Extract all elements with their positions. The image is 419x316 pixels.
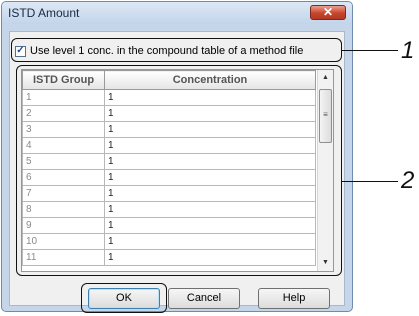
table-row[interactable]: 51 [22,153,316,170]
callout-leader-1 [342,50,398,51]
close-button[interactable]: ✕ [310,5,346,20]
help-button[interactable]: Help [258,288,330,309]
callout-number-2: 2 [401,167,415,194]
table-row[interactable]: 21 [22,105,316,122]
group-cell: 7 [22,185,105,202]
concentration-cell[interactable]: 1 [104,185,316,202]
checkmark-icon: ✓ [16,45,25,56]
concentration-cell[interactable]: 1 [104,201,316,218]
table-header-row: ISTD Group Concentration [22,70,316,90]
istd-grid[interactable]: ISTD Group Concentration 11 21 31 41 51 … [21,69,334,272]
table-row[interactable]: 31 [22,121,316,138]
concentration-cell[interactable]: 1 [104,89,316,106]
use-level1-checkbox[interactable]: ✓ [15,45,26,57]
scroll-down-arrow-icon[interactable]: ▼ [318,255,333,271]
ok-button[interactable]: OK [88,288,160,309]
concentration-cell[interactable]: 1 [104,105,316,122]
table-row[interactable]: 11 1 [22,249,316,266]
concentration-cell[interactable]: 1 [104,137,316,154]
close-icon: ✕ [322,5,334,19]
concentration-cell[interactable]: 1 [104,121,316,138]
cancel-button[interactable]: Cancel [168,288,240,309]
table-row[interactable]: 91 [22,217,316,234]
column-header-istd-group[interactable]: ISTD Group [22,70,105,90]
table-row[interactable]: 71 [22,185,316,202]
group-cell: 9 [22,217,105,234]
vertical-scrollbar[interactable]: ▲ ≡ ▼ [317,70,333,271]
concentration-cell[interactable]: 1 [104,233,316,250]
group-cell: 8 [22,201,105,218]
use-level1-checkbox-row[interactable]: ✓ Use level 1 conc. in the compound tabl… [15,42,303,60]
scroll-up-arrow-icon[interactable]: ▲ [318,70,333,86]
group-cell: 6 [22,169,105,186]
group-cell: 11 [22,249,105,266]
table-row[interactable]: 81 [22,201,316,218]
table-row[interactable]: 10 1 [22,233,316,250]
group-cell: 3 [22,121,105,138]
istd-table: ISTD Group Concentration 11 21 31 41 51 … [22,70,316,266]
table-row[interactable]: 41 [22,137,316,154]
use-level1-label: Use level 1 conc. in the compound table … [30,45,304,57]
title-bar[interactable]: ISTD Amount ✕ [2,2,352,24]
group-cell: 2 [22,105,105,122]
concentration-cell[interactable]: 1 [104,153,316,170]
group-cell: 10 [22,233,105,250]
table-row[interactable]: 11 [22,89,316,106]
callout-number-1: 1 [401,37,415,64]
callout-leader-2 [342,181,398,182]
group-cell: 1 [22,89,105,106]
group-cell: 5 [22,153,105,170]
table-row[interactable]: 61 [22,169,316,186]
column-header-concentration[interactable]: Concentration [104,70,316,90]
concentration-cell[interactable]: 1 [104,249,316,266]
scroll-thumb[interactable]: ≡ [319,89,332,143]
group-cell: 4 [22,137,105,154]
dialog-title: ISTD Amount [8,6,80,20]
concentration-cell[interactable]: 1 [104,217,316,234]
concentration-cell[interactable]: 1 [104,169,316,186]
